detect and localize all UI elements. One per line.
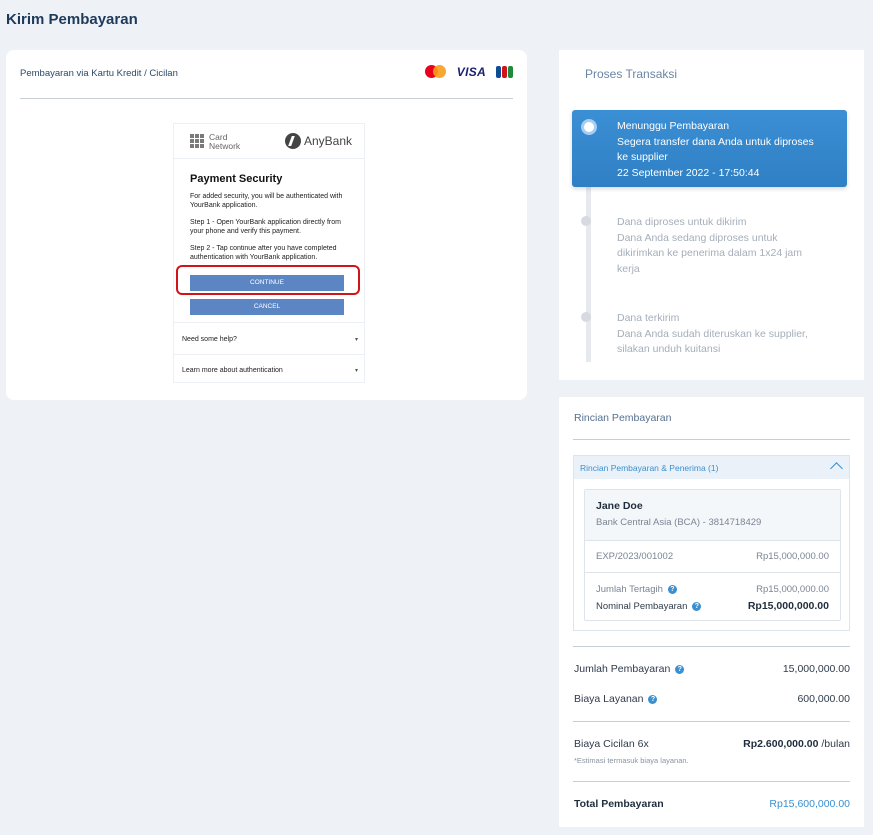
- divider: [573, 781, 850, 782]
- payment-details-card: Rincian Pembayaran Rincian Pembayaran & …: [559, 397, 864, 827]
- visa-logo: VISA: [456, 65, 486, 79]
- mastercard-logo: [424, 65, 447, 79]
- divider: [585, 540, 840, 541]
- payment-recipient-accordion: Rincian Pembayaran & Penerima (1) Jane D…: [573, 455, 850, 631]
- help-expander[interactable]: Need some help? ▾: [182, 336, 358, 343]
- page-title: Kirim Pembayaran: [6, 11, 138, 28]
- anybank-name: AnyBank: [303, 134, 352, 148]
- divider: [573, 721, 850, 722]
- step-title: Menunggu Pembayaran: [617, 120, 730, 132]
- chevron-down-icon: ▾: [354, 337, 358, 343]
- payment-details-title: Rincian Pembayaran: [574, 412, 672, 424]
- chevron-down-icon: ▾: [354, 368, 358, 374]
- nominal-label: Nominal Pembayaran: [596, 601, 688, 612]
- card-network-label: Card Network: [209, 132, 241, 151]
- divider: [174, 322, 364, 323]
- chevron-up-icon[interactable]: [830, 462, 843, 475]
- divider: [20, 98, 513, 99]
- grand-total-value: Rp15,600,000.00: [769, 798, 850, 810]
- step-desc: kerja: [617, 262, 640, 275]
- payee-name: Jane Doe: [596, 500, 643, 512]
- nominal-amount: Rp15,000,000.00: [747, 600, 829, 612]
- learn-more-label: Learn more about authentication: [182, 367, 283, 374]
- nominal-row: Nominal Pembayaran?: [596, 601, 702, 612]
- payee-block: Jane Doe Bank Central Asia (BCA) - 38147…: [585, 490, 840, 540]
- help-icon[interactable]: ?: [648, 694, 658, 704]
- step-desc: dikirimkan ke penerima dalam 1x24 jam: [617, 247, 802, 259]
- divider: [585, 572, 840, 573]
- invoice-amount: Rp15,000,000.00: [756, 551, 829, 562]
- payment-method-header: Pembayaran via Kartu Kredit / Cicilan: [20, 68, 178, 79]
- divider: [573, 439, 850, 440]
- installment-row: Rp2.600,000.00 /bulan: [743, 738, 850, 750]
- transaction-process-card: Proses Transaksi Menunggu Pembayaran Seg…: [559, 50, 864, 380]
- billed-amount: Rp15,000,000.00: [756, 584, 829, 595]
- accordion-header[interactable]: Rincian Pembayaran & Penerima (1): [574, 456, 849, 479]
- frame-header: Card Network AnyBank: [174, 124, 364, 159]
- step-funds-processing: Dana diproses untuk dikirim Dana Anda se…: [617, 215, 802, 277]
- payee-bank: Bank Central Asia (BCA) - 3814718429: [596, 517, 762, 528]
- step-title: Dana diproses untuk dikirim: [617, 216, 747, 228]
- installment-value: Rp2.600,000.00: [743, 738, 819, 750]
- divider: [573, 646, 850, 647]
- divider: [174, 354, 364, 355]
- active-step-dot: [581, 119, 597, 135]
- help-label: Need some help?: [182, 336, 237, 343]
- total-payment-value: 15,000,000.00: [782, 663, 850, 675]
- help-icon[interactable]: ?: [675, 664, 685, 674]
- authentication-frame: Card Network AnyBank Payment Security Fo…: [173, 123, 365, 383]
- service-fee-label: Biaya Layanan: [574, 693, 644, 705]
- step-desc: ke supplier: [617, 151, 668, 163]
- total-payment-label: Jumlah Pembayaran: [574, 663, 671, 675]
- step-time: 22 September 2022 - 17:50:44: [617, 166, 760, 179]
- step-dot: [581, 312, 591, 322]
- installment-label: Biaya Cicilan 6x: [574, 738, 649, 750]
- anybank-logo: AnyBank: [284, 133, 352, 149]
- step-desc: Segera transfer dana Anda untuk diproses: [617, 135, 814, 148]
- billed-label: Jumlah Tertagih: [596, 584, 663, 595]
- payment-security-title: Payment Security: [190, 173, 283, 185]
- security-text: For added security, you will be authenti…: [190, 193, 343, 209]
- step-desc: Dana Anda sedang diproses untuk: [617, 231, 778, 244]
- step-waiting-payment: Menunggu Pembayaran Segera transfer dana…: [572, 110, 847, 187]
- payment-method-card: Pembayaran via Kartu Kredit / Cicilan VI…: [6, 50, 527, 400]
- active-step-text: Menunggu Pembayaran Segera transfer dana…: [617, 119, 814, 181]
- step2-text: Step 2 - Tap continue after you have com…: [190, 245, 337, 261]
- jcb-logo: [496, 66, 513, 78]
- help-icon[interactable]: ?: [667, 584, 677, 594]
- step-desc: Dana Anda sudah diteruskan ke supplier,: [617, 327, 808, 340]
- step-desc: silakan unduh kuitansi: [617, 343, 721, 355]
- recipient-detail: Jane Doe Bank Central Asia (BCA) - 38147…: [584, 489, 841, 621]
- card-logos: VISA: [424, 65, 513, 79]
- step-dot: [581, 216, 591, 226]
- cancel-button[interactable]: CANCEL: [190, 299, 344, 315]
- anybank-icon: [284, 133, 301, 149]
- installment-note: *Estimasi termasuk biaya layanan.: [574, 756, 689, 765]
- help-icon[interactable]: ?: [692, 601, 702, 611]
- step-funds-sent: Dana terkirim Dana Anda sudah diteruskan…: [617, 311, 808, 358]
- invoice-number: EXP/2023/001002: [596, 551, 674, 562]
- learn-more-expander[interactable]: Learn more about authentication ▾: [182, 367, 358, 374]
- step1-text: Step 1 - Open YourBank application direc…: [190, 219, 341, 235]
- installment-unit: /bulan: [821, 738, 850, 750]
- card-network-icon: [190, 134, 205, 149]
- total-payment-row: Jumlah Pembayaran?: [574, 663, 685, 675]
- process-title: Proses Transaksi: [585, 67, 678, 81]
- grand-total-label: Total Pembayaran: [574, 798, 664, 810]
- service-fee-value: 600,000.00: [797, 693, 850, 705]
- service-fee-row: Biaya Layanan?: [574, 693, 658, 705]
- accordion-label: Rincian Pembayaran & Penerima (1): [580, 463, 719, 473]
- step-title: Dana terkirim: [617, 312, 680, 324]
- billed-row: Jumlah Tertagih?: [596, 584, 677, 595]
- continue-highlight: [176, 265, 360, 295]
